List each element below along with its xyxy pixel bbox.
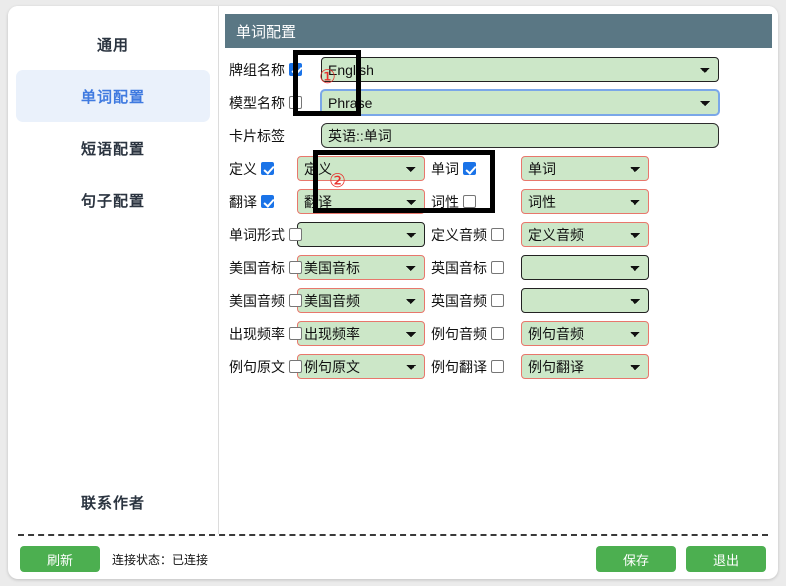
uk-audio-label-cell: 英国音频 [425, 291, 521, 311]
form-row-example-source: 例句原文 例句原文 例句翻译 例句翻译 [225, 350, 772, 383]
us-audio-label-cell: 美国音频 [225, 291, 302, 311]
uk-audio-checkbox[interactable] [491, 294, 504, 307]
translation-select[interactable]: 翻译 [297, 189, 425, 214]
us-audio-checkbox[interactable] [289, 294, 302, 307]
translation-label-cell: 翻译 [225, 192, 297, 212]
word-form-checkbox[interactable] [289, 228, 302, 241]
sidebar-item-sentence-config[interactable]: 句子配置 [16, 174, 210, 226]
sidebar-item-phrase-config[interactable]: 短语配置 [16, 122, 210, 174]
translation-label: 翻译 [229, 193, 257, 210]
form-row-definition: 定义 定义 单词 单词 [225, 152, 772, 185]
sidebar-item-contact-author[interactable]: 联系作者 [8, 482, 218, 522]
frequency-label-cell: 出现频率 [225, 324, 302, 344]
us-phonetic-label-cell: 美国音标 [225, 258, 302, 278]
config-form: 牌组名称 English 模型名称 Phrase 卡片标签 英语::单词 定义 … [219, 48, 778, 383]
deck-name-label-cell: 牌组名称 [225, 60, 321, 80]
refresh-button[interactable]: 刷新 [20, 546, 100, 572]
form-row-translation: 翻译 翻译 词性 词性 [225, 185, 772, 218]
deck-name-label: 牌组名称 [229, 61, 285, 78]
uk-audio-label: 英国音频 [431, 292, 487, 309]
word-select[interactable]: 单词 [521, 156, 649, 181]
uk-phonetic-select[interactable] [521, 255, 649, 280]
sidebar-item-label: 短语配置 [80, 140, 145, 158]
form-row-deck-name: 牌组名称 English [225, 53, 772, 86]
example-audio-label-cell: 例句音频 [425, 324, 521, 344]
form-row-frequency: 出现频率 出现频率 例句音频 例句音频 [225, 317, 772, 350]
card-tag-label-cell: 卡片标签 [225, 126, 321, 146]
app-window: 通用 单词配置 短语配置 句子配置 联系作者 单词配置 牌组名称 English… [8, 6, 778, 579]
bottom-bar: 刷新 连接状态：已连接 保存 退出 [8, 539, 778, 579]
example-source-checkbox[interactable] [289, 360, 302, 373]
definition-label-cell: 定义 [225, 159, 297, 179]
us-phonetic-select[interactable]: 美国音标 [297, 255, 425, 280]
definition-label: 定义 [229, 160, 257, 177]
model-name-label-cell: 模型名称 [225, 93, 321, 113]
example-source-label: 例句原文 [229, 358, 285, 375]
bottom-divider [18, 534, 768, 536]
uk-phonetic-label: 英国音标 [431, 259, 487, 276]
definition-audio-label: 定义音频 [431, 226, 487, 243]
example-source-label-cell: 例句原文 [225, 357, 302, 377]
part-of-speech-select[interactable]: 词性 [521, 189, 649, 214]
definition-audio-label-cell: 定义音频 [425, 225, 521, 245]
definition-checkbox[interactable] [261, 162, 274, 175]
frequency-checkbox[interactable] [289, 327, 302, 340]
sidebar: 通用 单词配置 短语配置 句子配置 联系作者 [8, 6, 219, 534]
word-checkbox[interactable] [463, 162, 476, 175]
part-of-speech-checkbox[interactable] [463, 195, 476, 208]
form-row-card-tag: 卡片标签 [225, 119, 772, 152]
deck-name-checkbox[interactable] [289, 63, 302, 76]
sidebar-footer-label: 联系作者 [80, 494, 145, 512]
example-translation-checkbox[interactable] [491, 360, 504, 373]
word-label: 单词 [431, 160, 459, 177]
model-name-select[interactable]: Phrase [321, 90, 719, 115]
frequency-label: 出现频率 [229, 325, 285, 342]
sidebar-item-label: 句子配置 [80, 192, 145, 210]
frequency-select[interactable]: 出现频率 [297, 321, 425, 346]
form-row-us-audio: 美国音频 美国音频 英国音频 [225, 284, 772, 317]
definition-select[interactable]: 定义 [297, 156, 425, 181]
uk-audio-select[interactable] [521, 288, 649, 313]
main-panel: 单词配置 牌组名称 English 模型名称 Phrase 卡片标签 英语::单… [219, 6, 778, 534]
example-audio-label: 例句音频 [431, 325, 487, 342]
form-row-us-phonetic: 美国音标 美国音标 英国音标 [225, 251, 772, 284]
example-source-select[interactable]: 例句原文 [297, 354, 425, 379]
us-phonetic-label: 美国音标 [229, 259, 285, 276]
us-audio-label: 美国音频 [229, 292, 285, 309]
sidebar-item-word-config[interactable]: 单词配置 [16, 70, 210, 122]
example-translation-label-cell: 例句翻译 [425, 357, 521, 377]
definition-audio-select[interactable]: 定义音频 [521, 222, 649, 247]
us-phonetic-checkbox[interactable] [289, 261, 302, 274]
us-audio-select[interactable]: 美国音频 [297, 288, 425, 313]
example-audio-select[interactable]: 例句音频 [521, 321, 649, 346]
panel-title-text: 单词配置 [236, 23, 297, 41]
sidebar-item-general[interactable]: 通用 [16, 18, 210, 70]
sidebar-item-label: 通用 [96, 36, 129, 54]
uk-phonetic-checkbox[interactable] [491, 261, 504, 274]
model-name-checkbox[interactable] [289, 96, 302, 109]
uk-phonetic-label-cell: 英国音标 [425, 258, 521, 278]
word-form-select[interactable] [297, 222, 425, 247]
form-row-word-form: 单词形式 定义音频 定义音频 [225, 218, 772, 251]
example-translation-label: 例句翻译 [431, 358, 487, 375]
card-tag-input[interactable] [321, 123, 719, 148]
form-row-model-name: 模型名称 Phrase [225, 86, 772, 119]
card-tag-label: 卡片标签 [229, 127, 285, 144]
exit-button[interactable]: 退出 [686, 546, 766, 572]
word-form-label-cell: 单词形式 [225, 225, 302, 245]
part-of-speech-label: 词性 [431, 193, 459, 210]
sidebar-item-label: 单词配置 [80, 88, 145, 106]
part-of-speech-label-cell: 词性 [425, 192, 521, 212]
translation-checkbox[interactable] [261, 195, 274, 208]
word-form-label: 单词形式 [229, 226, 285, 243]
deck-name-select[interactable]: English [321, 57, 719, 82]
model-name-label: 模型名称 [229, 94, 285, 111]
connection-status-text: 连接状态：已连接 [112, 552, 209, 567]
word-label-cell: 单词 [425, 159, 521, 179]
example-translation-select[interactable]: 例句翻译 [521, 354, 649, 379]
example-audio-checkbox[interactable] [491, 327, 504, 340]
definition-audio-checkbox[interactable] [491, 228, 504, 241]
panel-title: 单词配置 [225, 14, 772, 48]
save-button[interactable]: 保存 [596, 546, 676, 572]
